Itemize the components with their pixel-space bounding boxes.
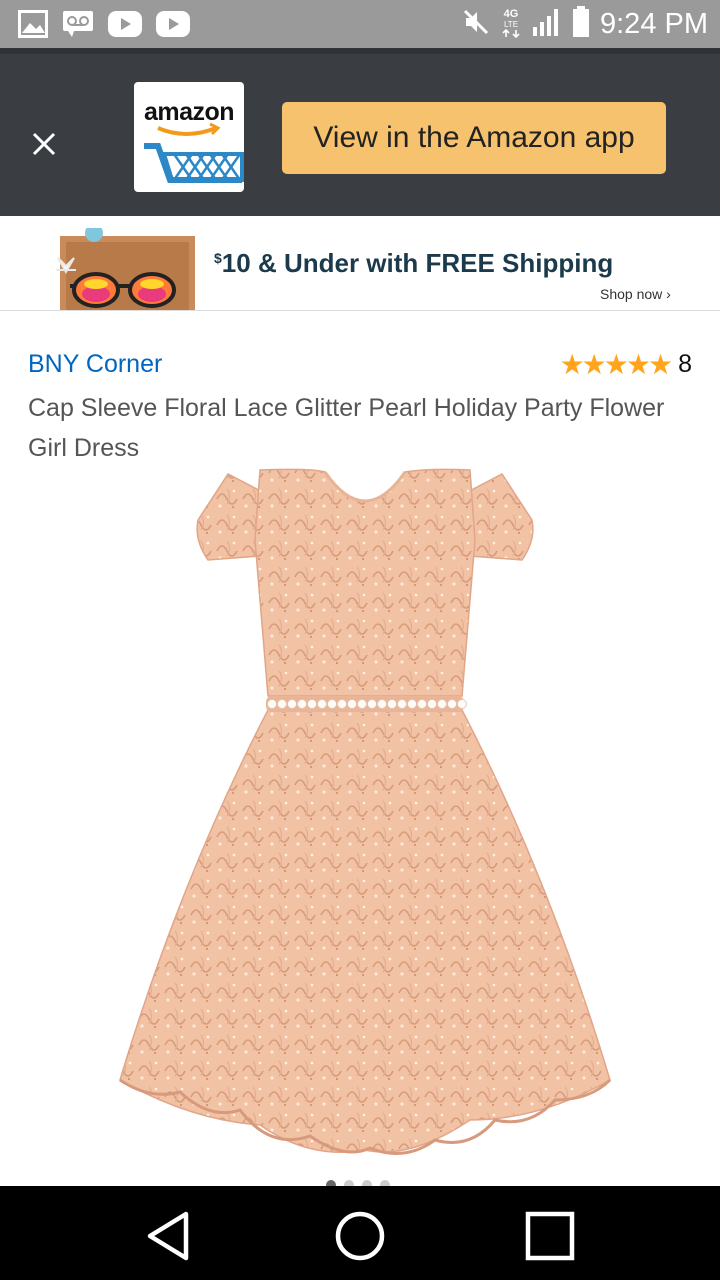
signal-icon bbox=[532, 7, 562, 42]
network-type-icon: 4G LTE bbox=[500, 6, 522, 43]
rating-count: 8 bbox=[678, 350, 692, 378]
voicemail-icon bbox=[62, 10, 94, 43]
pearl bbox=[347, 699, 357, 709]
ad-shop-now-link[interactable]: Shop now › bbox=[600, 286, 671, 302]
pearl bbox=[447, 699, 457, 709]
pearl bbox=[267, 699, 277, 709]
close-icon[interactable] bbox=[26, 126, 62, 162]
pearl bbox=[457, 699, 467, 709]
pearl bbox=[437, 699, 447, 709]
pearl bbox=[297, 699, 307, 709]
pearl bbox=[357, 699, 367, 709]
ad-headline: $10 & Under with FREE Shipping bbox=[214, 248, 613, 279]
battery-icon bbox=[572, 5, 590, 43]
pearl bbox=[417, 699, 427, 709]
brand-link[interactable]: BNY Corner bbox=[28, 350, 162, 379]
ad-headline-text: 10 & Under with FREE Shipping bbox=[221, 248, 614, 278]
product-title: Cap Sleeve Floral Lace Glitter Pearl Hol… bbox=[28, 394, 665, 462]
recents-icon[interactable] bbox=[520, 1206, 580, 1266]
home-icon[interactable] bbox=[330, 1206, 390, 1266]
pearl bbox=[387, 699, 397, 709]
back-icon[interactable] bbox=[140, 1206, 200, 1266]
pearl bbox=[337, 699, 347, 709]
image-icon bbox=[18, 10, 48, 43]
pearl bbox=[427, 699, 437, 709]
product-header: BNY Corner ★★★★★ 8 Cap Sleeve Floral Lac… bbox=[0, 310, 720, 470]
svg-text:4G: 4G bbox=[504, 8, 519, 20]
android-nav-bar bbox=[0, 1186, 720, 1280]
pearl bbox=[377, 699, 387, 709]
ad-image-sunglasses bbox=[48, 224, 198, 310]
pearl bbox=[287, 699, 297, 709]
pearl bbox=[317, 699, 327, 709]
view-in-app-button[interactable]: View in the Amazon app bbox=[282, 102, 666, 174]
status-bar: 4G LTE 9:24 PM bbox=[0, 0, 720, 48]
amazon-cart-icon bbox=[144, 122, 244, 183]
youtube-icon bbox=[108, 11, 142, 42]
rating-summary[interactable]: ★★★★★ 8 bbox=[560, 348, 692, 381]
pearl bbox=[407, 699, 417, 709]
pearl bbox=[307, 699, 317, 709]
notification-icons bbox=[18, 10, 190, 43]
pearl bbox=[367, 699, 377, 709]
pearl bbox=[277, 699, 287, 709]
clock: 9:24 PM bbox=[600, 7, 708, 40]
mute-icon bbox=[462, 8, 490, 41]
app-download-banner: amazon View in the Amazon app bbox=[0, 48, 720, 216]
svg-text:LTE: LTE bbox=[504, 20, 518, 29]
pearl bbox=[397, 699, 407, 709]
youtube-icon bbox=[156, 11, 190, 42]
amazon-app-logo[interactable]: amazon bbox=[134, 82, 244, 192]
ad-currency: $ bbox=[214, 250, 222, 266]
pearl bbox=[327, 699, 337, 709]
ad-banner[interactable]: $10 & Under with FREE Shipping Shop now … bbox=[0, 216, 720, 311]
product-image[interactable] bbox=[110, 460, 620, 1170]
star-rating-icon: ★★★★★ bbox=[559, 349, 674, 380]
